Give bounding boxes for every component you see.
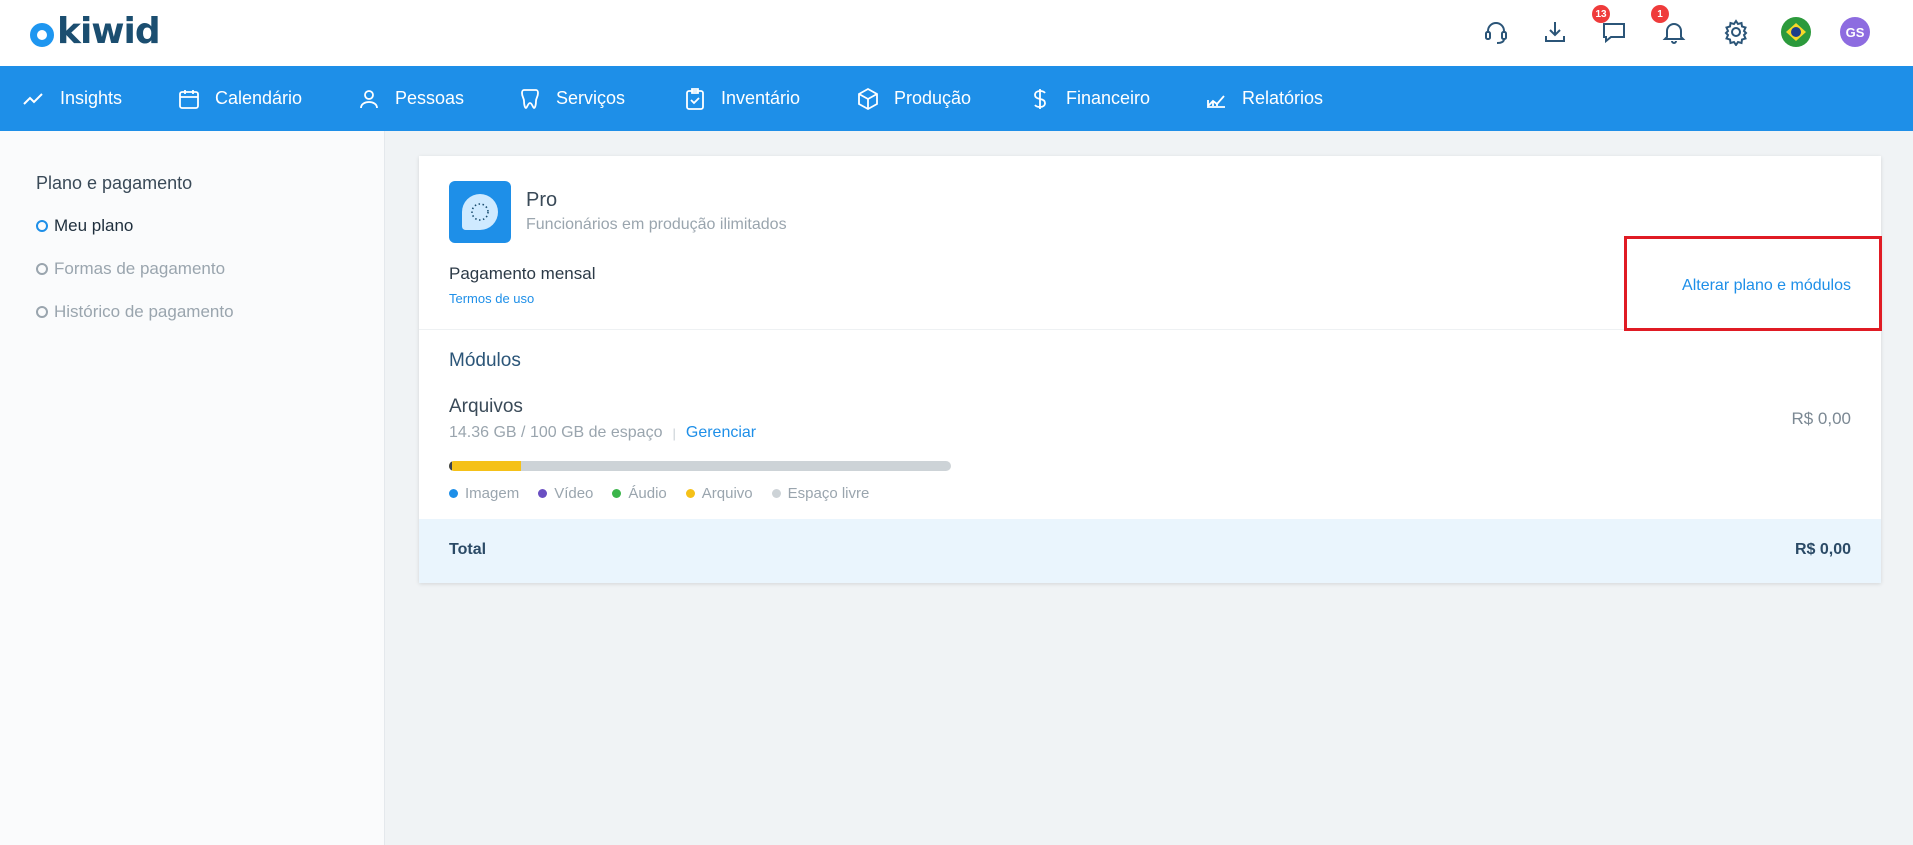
clipboard-icon <box>686 87 704 110</box>
nav-item-pessoas[interactable]: Pessoas <box>357 66 464 131</box>
sidebar-item-label: Histórico de pagamento <box>54 302 234 321</box>
notification-badge: 1 <box>1651 5 1669 23</box>
total-value: R$ 0,00 <box>1794 541 1851 558</box>
tooth-icon <box>521 88 539 109</box>
support-icon[interactable] <box>1479 15 1513 49</box>
legend-item-espaco-livre: Espaço livre <box>771 485 870 502</box>
kiwid-logo[interactable]: kiwid <box>30 11 161 52</box>
legend-label: Espaço livre <box>787 485 870 502</box>
files-price: R$ 0,00 <box>1791 409 1851 428</box>
chart-icon <box>1207 94 1225 108</box>
sidebar-title: Plano e pagamento <box>36 173 193 193</box>
sidebar-item-label: Meu plano <box>54 216 134 235</box>
payment-label: Pagamento mensal <box>449 264 596 283</box>
brazil-flag-icon[interactable] <box>1781 17 1811 47</box>
plan-name: Pro <box>526 189 558 211</box>
legend-label: Arquivo <box>701 485 753 502</box>
nav-label: Serviços <box>556 88 626 108</box>
kiwi-icon <box>462 194 498 230</box>
person-icon <box>360 89 378 108</box>
nav-item-relatorios[interactable]: Relatórios <box>1204 66 1323 131</box>
legend-item-imagem: Imagem <box>449 485 519 502</box>
radio-dot-icon <box>36 306 48 318</box>
sidebar-item-label: Formas de pagamento <box>54 259 226 278</box>
nav-label: Financeiro <box>1066 88 1151 108</box>
nav-item-insights[interactable]: Insights <box>22 66 122 131</box>
storage-progress-bar <box>449 461 951 471</box>
legend-dot <box>685 489 695 498</box>
legend-dot <box>449 489 458 498</box>
radio-dot-icon <box>36 263 48 275</box>
legend-item-video: Vídeo <box>538 485 593 502</box>
storage-legend: Imagem Vídeo Áudio Arquivo Espaço livre <box>449 485 888 502</box>
sidebar-item-formas-de-pagamento[interactable]: Formas de pagamento <box>36 259 225 279</box>
total-label: Total <box>449 541 487 558</box>
plan-card: Pro Funcionários em produção ilimitados … <box>419 156 1881 583</box>
change-plan-link[interactable]: Alterar plano e módulos <box>1682 277 1851 295</box>
nav-label: Relatórios <box>1242 88 1324 108</box>
main-navbar: Insights Calendário Pessoas Serviços Inv… <box>0 66 1913 131</box>
storage-usage-text: 14.36 GB / 100 GB de espaço <box>449 424 663 441</box>
nav-item-producao[interactable]: Produção <box>856 66 971 131</box>
nav-item-servicos[interactable]: Serviços <box>518 66 625 131</box>
modules-title: Módulos <box>449 350 521 371</box>
separator: | <box>672 425 676 441</box>
sidebar-item-meu-plano[interactable]: Meu plano <box>36 216 133 236</box>
trend-icon <box>23 92 43 105</box>
nav-label: Inventário <box>721 88 801 108</box>
legend-item-arquivo: Arquivo <box>685 485 753 502</box>
logo-text: kiwid <box>57 11 161 52</box>
legend-dot <box>538 489 548 498</box>
nav-label: Pessoas <box>395 88 465 108</box>
nav-label: Calendário <box>215 88 303 108</box>
dollar-icon <box>1034 88 1046 109</box>
nav-item-calendario[interactable]: Calendário <box>177 66 302 131</box>
total-row: Total R$ 0,00 <box>419 519 1881 583</box>
legend-label: Imagem <box>465 485 520 502</box>
user-avatar[interactable]: GS <box>1840 17 1870 47</box>
gear-icon[interactable] <box>1719 15 1753 49</box>
terms-link[interactable]: Termos de uso <box>449 291 534 306</box>
sidebar-item-historico-de-pagamento[interactable]: Histórico de pagamento <box>36 302 234 322</box>
chat-badge: 13 <box>1592 5 1610 23</box>
nav-item-financeiro[interactable]: Financeiro <box>1028 66 1150 131</box>
legend-dot <box>612 489 622 498</box>
flag-globe <box>1791 27 1801 37</box>
legend-dot <box>771 489 781 498</box>
nav-label: Insights <box>60 88 123 108</box>
box-icon <box>858 87 878 110</box>
calendar-icon <box>179 89 199 109</box>
legend-item-audio: Áudio <box>612 485 667 502</box>
download-icon[interactable] <box>1538 15 1572 49</box>
nav-label: Produção <box>894 88 972 108</box>
files-module-title: Arquivos <box>449 396 523 417</box>
legend-label: Vídeo <box>554 485 594 502</box>
section-divider <box>419 329 1881 330</box>
manage-files-link[interactable]: Gerenciar <box>686 424 756 442</box>
top-header: kiwid 13 1 GS <box>0 0 1913 66</box>
legend-label: Áudio <box>628 485 667 502</box>
radio-dot-icon <box>36 220 48 232</box>
logo-ring-icon <box>30 23 54 47</box>
storage-progress-fill <box>449 461 522 471</box>
files-usage: 14.36 GB / 100 GB de espaço | Gerenciar <box>449 424 756 442</box>
plan-badge-icon <box>449 181 511 243</box>
settings-sidebar: Plano e pagamento Meu plano Formas de pa… <box>0 131 385 845</box>
plan-description: Funcionários em produção ilimitados <box>526 216 787 233</box>
nav-item-inventario[interactable]: Inventário <box>683 66 800 131</box>
